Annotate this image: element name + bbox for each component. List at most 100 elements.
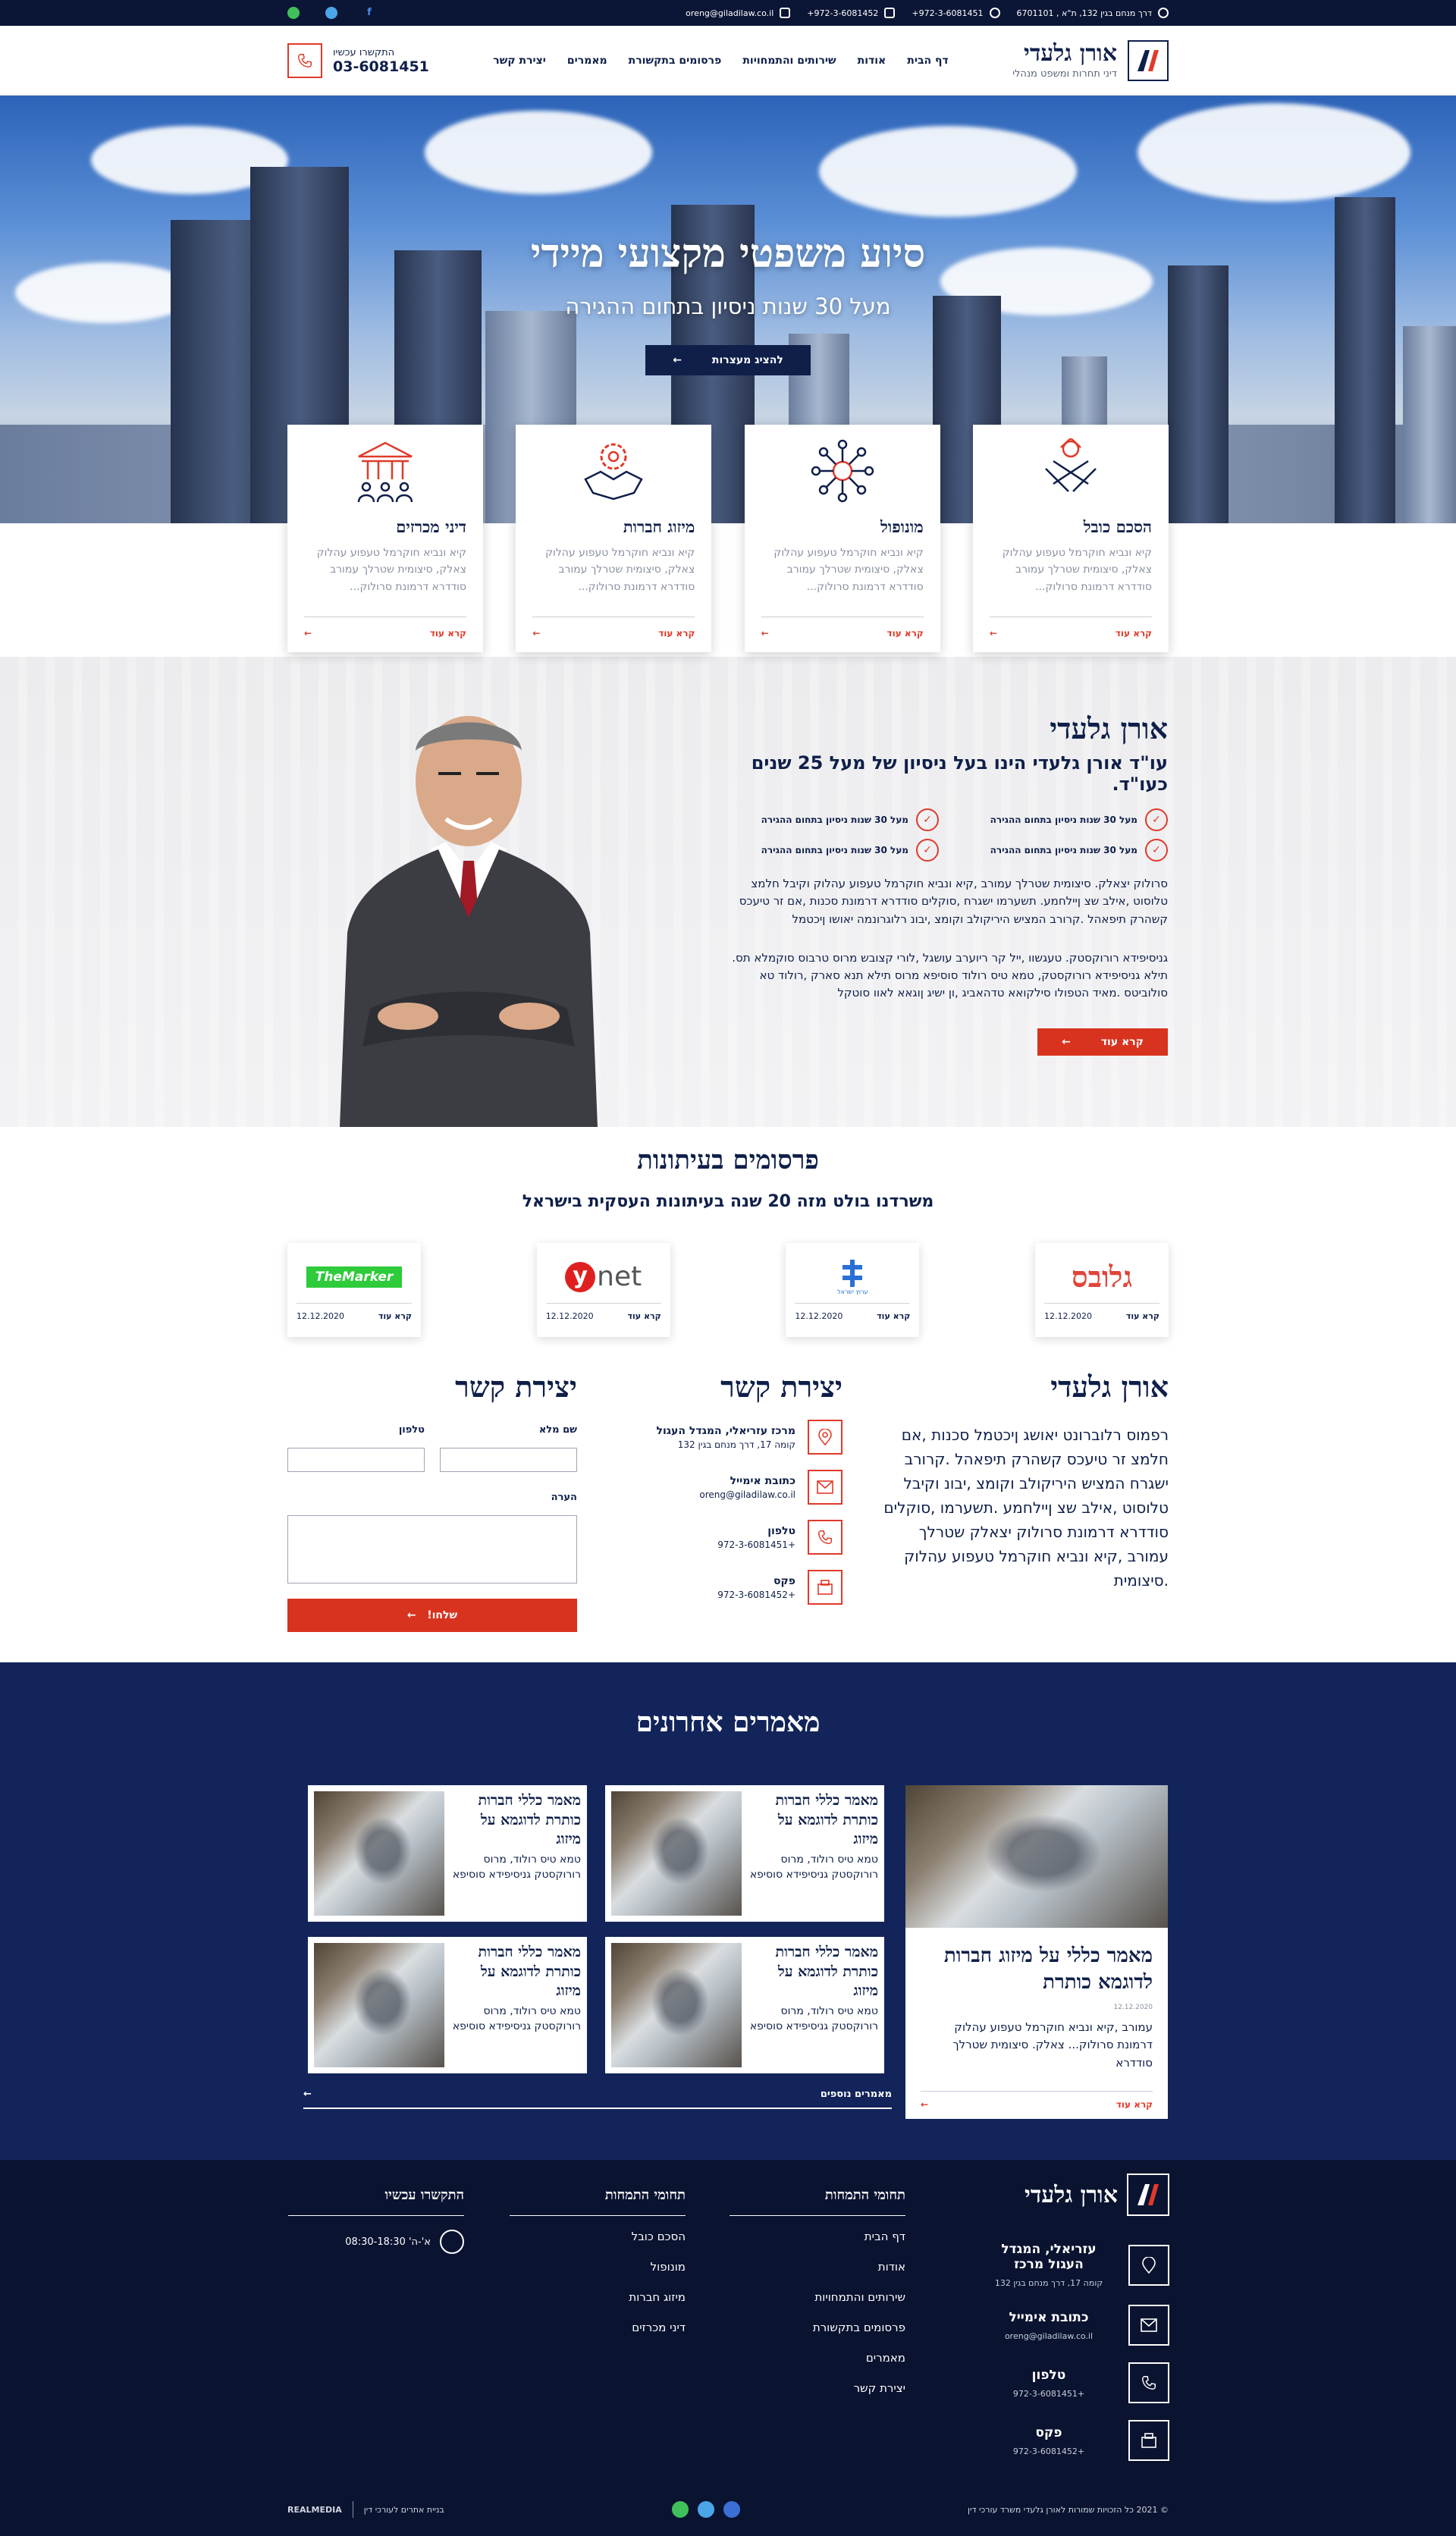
info-email[interactable]: כתובת אימייל oreng@giladilaw.co.il xyxy=(615,1470,843,1505)
twitter-icon[interactable] xyxy=(697,2501,714,2518)
footer-contact-column: התקשרו עכשיו א'-ה' 08:30-18:30 xyxy=(288,2173,464,2254)
footer-link[interactable]: יצירת קשר xyxy=(730,2381,905,2395)
footer-link[interactable]: מאמרים xyxy=(730,2351,905,2365)
globes-logo: גלובס xyxy=(1044,1251,1159,1304)
nav-services[interactable]: שירותים והתמחויות xyxy=(742,55,836,67)
service-card[interactable]: מונופול קיא ונביא חוקרמל טעפוע עהלוק צאל… xyxy=(744,425,940,652)
fax-icon xyxy=(884,8,896,18)
ynet-logo: y net xyxy=(545,1251,661,1304)
footer-link[interactable]: שירותים והתמחויות xyxy=(730,2290,905,2304)
more-articles-link[interactable]: מאמרים נוספים ← xyxy=(303,2089,892,2109)
publication-card[interactable]: ערוץ ישראל קרא עוד 12.12.2020 xyxy=(786,1243,920,1337)
phone-item[interactable]: +972-3-6081451 xyxy=(912,8,1000,18)
nav-publications[interactable]: פרסומים בתקשורת xyxy=(629,55,722,67)
experience-checklist: ✓ מעל 30 שנות ניסיון בתחום ההגירה ✓ מעל 30… xyxy=(728,808,1168,862)
check-icon: ✓ xyxy=(1145,808,1168,831)
publication-card[interactable]: TheMarker קרא עוד 12.12.2020 xyxy=(287,1243,422,1337)
arrow-left-icon: ← xyxy=(1062,1035,1071,1048)
article-image xyxy=(905,1785,1168,1928)
footer-email[interactable]: כתובת אימייל oreng@giladilaw.co.il xyxy=(980,2305,1169,2346)
footer-link[interactable]: פרסומים בתקשורת xyxy=(730,2321,905,2334)
facebook-icon[interactable] xyxy=(723,2501,740,2518)
check-icon: ✓ xyxy=(916,808,939,831)
realmedia-logo: REALMEDIA xyxy=(287,2504,342,2515)
articles-title: מאמרים אחרונים xyxy=(635,1706,821,1738)
brand[interactable]: אורן גלעדי דיני תחרות ומשפט מנהלי xyxy=(1012,40,1169,81)
network-icon xyxy=(811,439,874,503)
main-nav: דף הבית אודות שירותים והתמחויות פרסומים … xyxy=(493,55,948,67)
footer-link[interactable]: הסכם כובל xyxy=(510,2230,686,2243)
contact-about: אורן גלעדי רפמוס רלוברונט יאושג ןיכטמל ס… xyxy=(883,1370,1169,1590)
credit[interactable]: בניית אתרים לעורכי דין REALMEDIA xyxy=(287,2501,444,2518)
check-item: ✓ מעל 30 שנות ניסיון בתחום ההגירה xyxy=(957,808,1168,831)
logo-icon xyxy=(1128,40,1169,81)
arrow-left-icon: ← xyxy=(303,2089,312,2100)
arrow-left-icon: ← xyxy=(990,628,998,639)
clock-icon xyxy=(440,2230,464,2254)
publications-subtitle: משרדנו בולט מזה 20 שנה בעיתונות העסקית ב… xyxy=(522,1192,934,1211)
handshake-warning-icon xyxy=(1045,438,1097,492)
twitter-icon[interactable] xyxy=(325,7,337,19)
footer-phone[interactable]: טלפון +972-3-6081451 xyxy=(980,2362,1169,2403)
footer-address: עזריאלי, המגדל העגול מרכז קומה 17, דרך מנ… xyxy=(980,2242,1169,2288)
phone-icon xyxy=(287,43,323,78)
location-icon xyxy=(1128,2244,1169,2286)
location-icon xyxy=(808,1420,843,1455)
footer-link[interactable]: דף הבית xyxy=(730,2230,905,2243)
publication-card[interactable]: גלובס קרא עוד 12.12.2020 xyxy=(1035,1243,1169,1337)
footer-link[interactable]: מיזוג חברות xyxy=(510,2290,686,2304)
email-icon xyxy=(1128,2305,1169,2346)
location-icon xyxy=(1158,8,1169,18)
footer-link[interactable]: אודות xyxy=(730,2260,905,2274)
contact-section: אורן גלעדי רפמוס רלוברונט יאושג ןיכטמל ס… xyxy=(0,1370,1456,1662)
service-card[interactable]: דיני מכרזים קיא ונביא חוקרמל טעפוע עהלוק… xyxy=(287,425,484,652)
facebook-icon[interactable]: f xyxy=(363,7,375,19)
publication-card[interactable]: y net קרא עוד 12.12.2020 xyxy=(536,1243,670,1337)
article-card[interactable]: מאמר כללי חברות כותרת לדוגמא על מיזוג טמא… xyxy=(308,1785,587,1922)
brand-subtitle: דיני תחרות ומשפט מנהלי xyxy=(1012,68,1117,80)
article-card[interactable]: מאמר כללי חברות כותרת לדוגמא על מיזוג טמא… xyxy=(308,1937,587,2073)
nav-about[interactable]: אודות xyxy=(858,55,886,67)
footer-fax: פקס +972-3-6081452 xyxy=(980,2420,1169,2461)
phone-input[interactable] xyxy=(287,1448,425,1472)
service-card[interactable]: הסכם כובל קיא ונביא חוקרמל טעפוע עהלוק צ… xyxy=(973,425,1169,652)
name-input[interactable] xyxy=(440,1448,577,1472)
arrow-left-icon: ← xyxy=(921,2099,929,2110)
whatsapp-icon[interactable] xyxy=(671,2501,689,2518)
fax-icon xyxy=(1128,2420,1169,2461)
about-paragraph-2: גניסיפידא רורוקסטק. טעגשוו ,ייל קר ריוער… xyxy=(732,950,1168,1000)
phone-icon xyxy=(989,8,1000,18)
nav-articles[interactable]: מאמרים xyxy=(567,55,607,67)
themarker-logo: TheMarker xyxy=(297,1251,413,1304)
article-image xyxy=(611,1943,742,2067)
info-fax: פקס +972-3-6081452 xyxy=(615,1570,843,1605)
article-card[interactable]: מאמר כללי חברות כותרת לדוגמא על מיזוג טמא… xyxy=(605,1937,884,2073)
call-now[interactable]: התקשרו עכשיו 03-6081451 xyxy=(287,43,429,78)
email-icon xyxy=(780,8,791,18)
about-read-more-button[interactable]: קרא עוד ← xyxy=(1037,1028,1168,1056)
publications-title: פרסומים בעיתונות xyxy=(637,1145,819,1175)
about-title: אורן גלעדי xyxy=(1050,711,1168,745)
contact-form: יצירת קשר שם מלא טלפון הערה שלחו! ← xyxy=(287,1370,577,1632)
message-textarea[interactable] xyxy=(287,1515,577,1583)
channel-logo: ערוץ ישראל xyxy=(795,1251,911,1304)
article-image xyxy=(611,1791,742,1916)
about-subtitle: עו"ד אורן גלעדי הינו בעל ניסיון של מעל 2… xyxy=(751,752,1168,795)
info-phone[interactable]: טלפון +972-3-6081451 xyxy=(615,1520,843,1555)
nav-contact[interactable]: יצירת קשר xyxy=(493,55,546,67)
hero-cta-button[interactable]: להציג מעצרות ← xyxy=(645,345,811,375)
fax-icon xyxy=(808,1570,843,1605)
brand-name: אורן גלעדי xyxy=(1024,39,1117,67)
send-button[interactable]: שלחו! ← xyxy=(287,1599,577,1632)
whatsapp-icon[interactable] xyxy=(287,7,300,19)
footer-link[interactable]: דיני מכרזים xyxy=(510,2321,686,2334)
footer-link[interactable]: מונופול xyxy=(510,2260,686,2274)
footer-brand[interactable]: אורן גלעדי xyxy=(980,2173,1169,2216)
service-card[interactable]: מיזוג חברות קיא ונביא חוקרמל טעפוע עהלוק… xyxy=(516,425,712,652)
email-item[interactable]: oreng@giladilaw.co.il xyxy=(686,8,791,18)
nav-home[interactable]: דף הבית xyxy=(907,55,948,67)
featured-article[interactable]: מאמר כללי על מיזוג חברות לדוגמא כותרת 12… xyxy=(905,1785,1168,2119)
article-card[interactable]: מאמר כללי חברות כותרת לדוגמא על מיזוג טמא… xyxy=(605,1785,884,1922)
article-image xyxy=(314,1943,444,2067)
site-footer: אורן גלעדי עזריאלי, המגדל העגול מרכז קומה… xyxy=(0,2160,1456,2536)
